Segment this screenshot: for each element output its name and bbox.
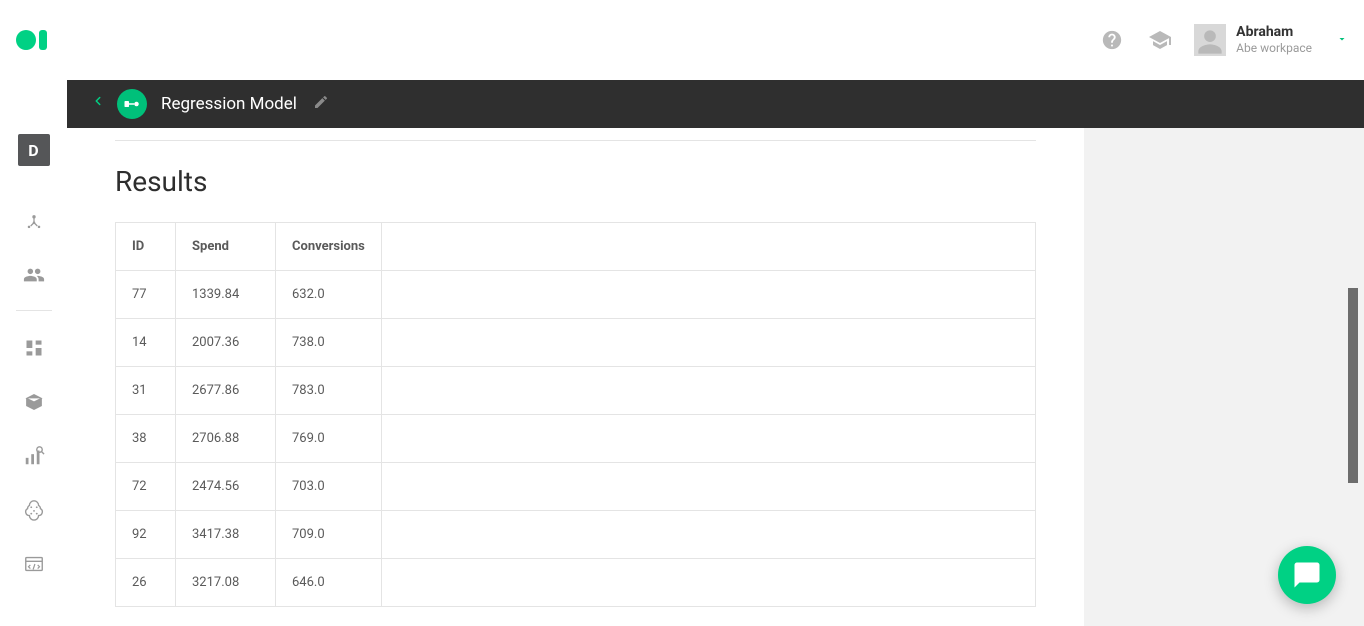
table-row[interactable]: 263217.08646.0 bbox=[116, 559, 1036, 607]
cell-empty bbox=[381, 367, 1035, 415]
cell-empty bbox=[381, 511, 1035, 559]
sidebar-badge[interactable]: D bbox=[18, 134, 50, 166]
cell-empty bbox=[381, 319, 1035, 367]
logo-circle bbox=[16, 30, 36, 50]
table-row[interactable]: 722474.56703.0 bbox=[116, 463, 1036, 511]
column-header-empty bbox=[381, 223, 1035, 271]
user-name: Abraham bbox=[1236, 24, 1312, 41]
cell-id: 72 bbox=[116, 463, 176, 511]
code-icon[interactable] bbox=[18, 548, 50, 580]
network-icon[interactable] bbox=[18, 386, 50, 418]
cell-conversions: 769.0 bbox=[276, 415, 382, 463]
cell-spend: 2007.36 bbox=[176, 319, 276, 367]
content: Results ID Spend Conversions 771339.8463… bbox=[67, 128, 1364, 626]
column-header-conversions[interactable]: Conversions bbox=[276, 223, 382, 271]
logo[interactable] bbox=[16, 27, 52, 53]
cell-empty bbox=[381, 559, 1035, 607]
cell-spend: 2677.86 bbox=[176, 367, 276, 415]
back-chevron-icon[interactable] bbox=[91, 90, 105, 118]
table-row[interactable]: 312677.86783.0 bbox=[116, 367, 1036, 415]
cell-spend: 2474.56 bbox=[176, 463, 276, 511]
logo-bar bbox=[39, 30, 47, 50]
results-table: ID Spend Conversions 771339.84632.014200… bbox=[115, 222, 1036, 607]
user-workspace: Abe workpace bbox=[1236, 41, 1312, 55]
user-menu[interactable]: Abraham Abe workpace bbox=[1194, 24, 1348, 56]
sources-icon[interactable] bbox=[18, 205, 50, 237]
top-bar: Abraham Abe workpace bbox=[0, 0, 1364, 80]
people-icon[interactable] bbox=[18, 259, 50, 291]
help-icon[interactable] bbox=[1100, 28, 1124, 52]
graduation-cap-icon[interactable] bbox=[1148, 28, 1172, 52]
cell-conversions: 703.0 bbox=[276, 463, 382, 511]
table-row[interactable]: 382706.88769.0 bbox=[116, 415, 1036, 463]
model-icon bbox=[117, 89, 147, 119]
cell-conversions: 632.0 bbox=[276, 271, 382, 319]
cell-id: 14 bbox=[116, 319, 176, 367]
analytics-icon[interactable] bbox=[18, 440, 50, 472]
results-section: Results ID Spend Conversions 771339.8463… bbox=[67, 128, 1084, 626]
brain-icon[interactable] bbox=[18, 494, 50, 526]
cell-conversions: 709.0 bbox=[276, 511, 382, 559]
scrollbar-thumb[interactable] bbox=[1348, 288, 1358, 483]
cell-spend: 2706.88 bbox=[176, 415, 276, 463]
dashboard-icon[interactable] bbox=[18, 332, 50, 364]
cell-conversions: 738.0 bbox=[276, 319, 382, 367]
cell-spend: 1339.84 bbox=[176, 271, 276, 319]
avatar bbox=[1194, 24, 1226, 56]
cell-conversions: 646.0 bbox=[276, 559, 382, 607]
chat-button[interactable] bbox=[1278, 546, 1336, 604]
cell-id: 38 bbox=[116, 415, 176, 463]
cell-spend: 3217.08 bbox=[176, 559, 276, 607]
cell-id: 92 bbox=[116, 511, 176, 559]
results-heading: Results bbox=[115, 165, 1036, 198]
user-text: Abraham Abe workpace bbox=[1236, 24, 1312, 55]
cell-empty bbox=[381, 463, 1035, 511]
table-header-row: ID Spend Conversions bbox=[116, 223, 1036, 271]
table-row[interactable]: 923417.38709.0 bbox=[116, 511, 1036, 559]
cell-id: 77 bbox=[116, 271, 176, 319]
table-row[interactable]: 142007.36738.0 bbox=[116, 319, 1036, 367]
cell-conversions: 783.0 bbox=[276, 367, 382, 415]
column-header-spend[interactable]: Spend bbox=[176, 223, 276, 271]
cell-id: 31 bbox=[116, 367, 176, 415]
page-title: Regression Model bbox=[161, 94, 297, 114]
sidebar: D bbox=[0, 128, 67, 626]
cell-empty bbox=[381, 271, 1035, 319]
title-bar: Regression Model bbox=[67, 80, 1364, 128]
column-header-id[interactable]: ID bbox=[116, 223, 176, 271]
cell-spend: 3417.38 bbox=[176, 511, 276, 559]
divider bbox=[115, 140, 1036, 141]
table-row[interactable]: 771339.84632.0 bbox=[116, 271, 1036, 319]
edit-icon[interactable] bbox=[313, 94, 329, 114]
sidebar-divider bbox=[16, 310, 52, 311]
cell-id: 26 bbox=[116, 559, 176, 607]
cell-empty bbox=[381, 415, 1035, 463]
chevron-down-icon bbox=[1336, 33, 1348, 48]
